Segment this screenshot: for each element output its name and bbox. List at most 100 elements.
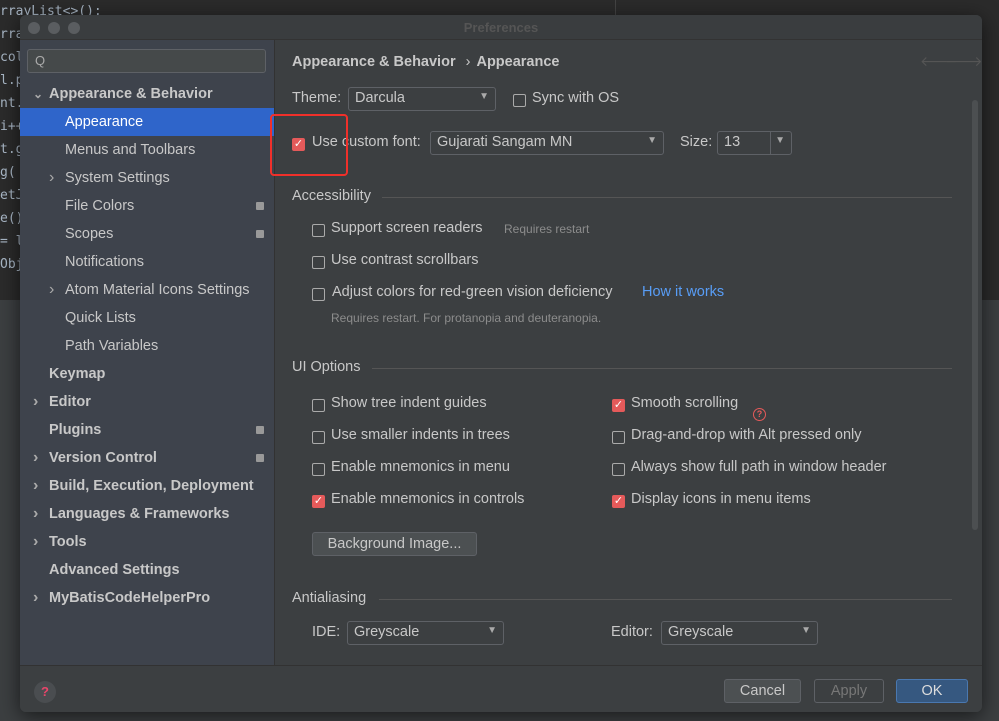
font-size-label: Size: [680,134,713,150]
help-icon[interactable]: ? [34,681,56,703]
sidebar-item-label: Scopes [65,226,114,242]
sidebar-item-label: Appearance & Behavior [49,86,213,102]
chevron-right-icon[interactable]: › [33,528,38,556]
chevron-down-icon: ▼ [647,135,657,146]
theme-select[interactable]: Darcula ▼ [348,87,496,111]
sidebar-item-label: Editor [49,394,91,410]
ok-button[interactable]: OK [896,679,968,703]
how-it-works-link[interactable]: How it works [642,284,724,300]
settings-sidebar: Q ⌄ Appearance & Behavior Appearance Menus … [20,40,275,665]
background-image-button[interactable]: Background Image... [312,532,477,556]
project-level-icon [256,202,264,210]
ide-antialiasing-label: IDE: [312,624,341,640]
sidebar-item-label: MyBatisCodeHelperPro [49,590,211,606]
screen-readers-label: Support screen readers [331,220,483,236]
sidebar-item[interactable]: › Version Control [20,444,274,472]
ui-option-checkbox[interactable]: ✓ [612,399,625,412]
chevron-down-icon: ▼ [479,91,489,102]
ui-option-label: Always show full path in window header [631,459,887,475]
chevron-right-icon[interactable]: › [49,276,54,304]
red-green-checkbox[interactable] [312,288,325,301]
project-level-icon [256,426,264,434]
project-level-icon [256,454,264,462]
chevron-right-icon[interactable]: › [33,388,38,416]
chevron-right-icon[interactable]: › [33,584,38,612]
ui-option-checkbox[interactable]: ✓ [312,495,325,508]
ui-option-checkbox[interactable] [312,463,325,476]
sidebar-item[interactable]: Path Variables [20,332,274,360]
breadcrumb-parent[interactable]: Appearance & Behavior [292,54,456,70]
red-green-label: Adjust colors for red-green vision defic… [332,284,613,300]
sidebar-item[interactable]: ⌄ Appearance & Behavior [20,80,274,108]
ui-option-checkbox[interactable]: ✓ [612,495,625,508]
sidebar-item-label: Menus and Toolbars [65,142,196,158]
sidebar-item-label: Atom Material Icons Settings [65,282,250,298]
antialiasing-section-title: Antialiasing [292,590,367,606]
sidebar-item[interactable]: › Build, Execution, Deployment [20,472,274,500]
sidebar-item[interactable]: Notifications [20,248,274,276]
sidebar-item[interactable]: › Atom Material Icons Settings [20,276,274,304]
chevron-down-icon: ▼ [775,135,785,146]
ui-option-checkbox[interactable] [612,431,625,444]
ui-options-section-title: UI Options [292,359,361,375]
contrast-scrollbars-checkbox[interactable] [312,256,325,269]
sidebar-item-label: Appearance [65,114,144,130]
preferences-dialog: Preferences Q ⌄ Appearance & Behavior Appe… [20,15,982,712]
help-icon[interactable]: ? [753,408,766,421]
sidebar-item[interactable]: Quick Lists [20,304,274,332]
sidebar-item[interactable]: › MyBatisCodeHelperPro [20,584,274,612]
ui-option-checkbox[interactable] [312,431,325,444]
sidebar-item[interactable]: Advanced Settings [20,556,274,584]
chevron-down-icon: ▼ [487,625,497,636]
sidebar-item[interactable]: File Colors [20,192,274,220]
sidebar-item-label: File Colors [65,198,135,214]
chevron-right-icon[interactable]: › [33,472,38,500]
chevron-down-icon: ▼ [801,625,811,636]
sidebar-item[interactable]: Plugins [20,416,274,444]
ui-option-label: Enable mnemonics in controls [331,491,525,507]
ui-option-label: Smooth scrolling [631,395,739,411]
sidebar-item[interactable]: Scopes [20,220,274,248]
chevron-right-icon[interactable]: › [33,500,38,528]
ui-option-label: Enable mnemonics in menu [331,459,510,475]
sidebar-item[interactable]: Keymap [20,360,274,388]
sidebar-item[interactable]: Appearance [20,108,274,136]
divider [382,197,952,198]
requires-restart-hint: Requires restart [504,222,590,236]
highlight-annotation [270,114,348,176]
chevron-down-icon[interactable]: ⌄ [33,80,43,108]
ui-option-label: Use smaller indents in trees [331,427,510,443]
sidebar-item[interactable]: › Tools [20,528,274,556]
ide-antialiasing-select[interactable]: Greyscale ▼ [347,621,504,645]
title-bar: Preferences [20,15,982,40]
project-level-icon [256,230,264,238]
dialog-footer: ? Cancel Apply OK [20,665,982,712]
sidebar-item-label: System Settings [65,170,170,186]
breadcrumb-current: Appearance [476,54,560,70]
editor-antialiasing-select[interactable]: Greyscale ▼ [661,621,818,645]
sidebar-item-label: Tools [49,534,87,550]
cancel-button[interactable]: Cancel [724,679,801,703]
apply-button[interactable]: Apply [814,679,884,703]
sidebar-item[interactable]: Menus and Toolbars [20,136,274,164]
sidebar-item-label: Path Variables [65,338,159,354]
sync-with-os-checkbox[interactable] [513,94,526,107]
ui-option-checkbox[interactable] [612,463,625,476]
sidebar-item[interactable]: › Languages & Frameworks [20,500,274,528]
sidebar-item[interactable]: › Editor [20,388,274,416]
chevron-right-icon[interactable]: › [33,444,38,472]
search-icon: Q [35,53,46,68]
screen-readers-checkbox[interactable] [312,224,325,237]
forward-arrow-icon[interactable]: 🡒 [945,53,982,70]
settings-search-input[interactable]: Q [27,49,266,73]
font-size-combo[interactable]: 13 ▼ [717,131,792,155]
editor-antialiasing-label: Editor: [611,624,653,640]
vertical-scrollbar[interactable] [972,100,978,530]
sidebar-item[interactable]: › System Settings [20,164,274,192]
font-select[interactable]: Gujarati Sangam MN ▼ [430,131,664,155]
sidebar-item-label: Notifications [65,254,144,270]
ui-option-label: Show tree indent guides [331,395,487,411]
ui-option-checkbox[interactable] [312,399,325,412]
chevron-right-icon[interactable]: › [49,164,54,192]
divider [379,599,952,600]
